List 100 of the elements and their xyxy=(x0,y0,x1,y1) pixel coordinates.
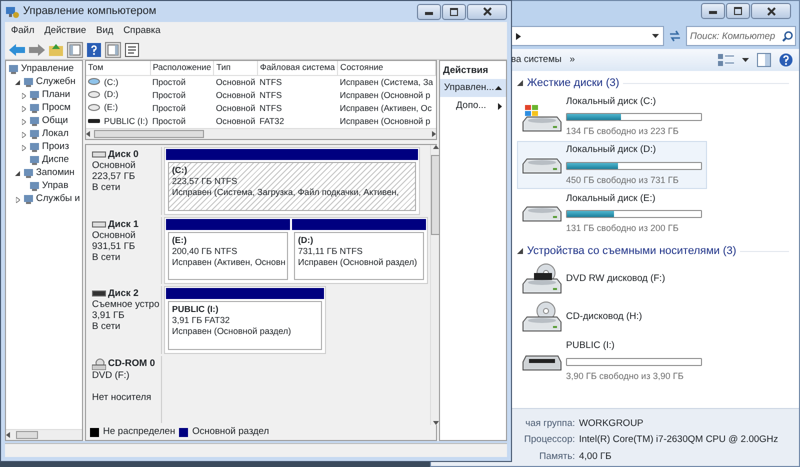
detail-value: Intel(R) Core(TM) i7-2630QM CPU @ 2.00GHz xyxy=(579,433,778,448)
column-header[interactable]: Файловая система xyxy=(257,61,338,75)
partition-size: 3,91 ГБ FAT32 xyxy=(172,315,231,326)
drive-name: CD-дисковод (H:) xyxy=(566,310,642,324)
disk-info: 223,57 ГБ xyxy=(92,171,136,182)
drive-name: Локальный диск (C:) xyxy=(566,94,657,108)
menu-item[interactable]: Справка xyxy=(123,24,161,38)
group-header[interactable]: Жесткие диски (3) xyxy=(527,75,620,92)
tree-item[interactable]: Плани xyxy=(42,88,70,103)
disk-info: 3,91 ГБ xyxy=(92,310,126,321)
disk-info: Нет носителя xyxy=(92,392,152,402)
column-header[interactable]: Расположение xyxy=(150,61,214,75)
table-cell-text: Простой xyxy=(151,102,187,114)
table-cell-text: Простой xyxy=(151,114,187,127)
disk-info: Съемное устро xyxy=(92,299,157,310)
free-space-text: 3,90 ГБ свободно из 3,90 ГБ xyxy=(566,370,685,383)
table-cell: Исправен (Система, За xyxy=(338,75,436,88)
tree-item[interactable]: Управление xyxy=(21,62,74,77)
table-cell-text: Основной xyxy=(214,114,256,127)
search-field[interactable]: Поиск: Компьютер xyxy=(686,26,796,46)
disk-name: Диск 1 xyxy=(108,218,139,230)
tree-item[interactable]: Диспе xyxy=(42,153,69,168)
drive-item[interactable]: DVD RW дисковод (F:) xyxy=(517,261,670,296)
drive-item[interactable]: CD-дисковод (H:) xyxy=(517,299,648,334)
actions-section[interactable]: Управлен... xyxy=(440,79,506,97)
tree-item[interactable]: Запомин xyxy=(36,166,75,181)
legend-label: Основной раздел xyxy=(192,425,270,440)
partition-label: (D:) xyxy=(298,234,314,246)
disk-name: Диск 0 xyxy=(108,149,139,160)
table-cell-text: NTFS xyxy=(258,88,283,101)
drive-item[interactable]: PUBLIC (I:) 3,90 ГБ свободно из 3,90 ГБ xyxy=(517,337,707,385)
partition-status: Исправен (Активен, Основн xyxy=(172,256,284,268)
detail-value: 4,00 ГБ xyxy=(579,450,612,464)
detail-label: чая группа: xyxy=(524,417,575,431)
tree-item[interactable]: Общи xyxy=(42,114,68,129)
partition-label: PUBLIC (I:) xyxy=(172,304,220,315)
partition[interactable]: (C:) 223,57 ГБ NTFS Исправен (Система, Загрузка, Файл подкачки, Активен, xyxy=(166,149,418,212)
disk-info: DVD (F:) xyxy=(92,370,130,380)
table-cell-text: FAT32 xyxy=(258,114,286,127)
menu-item[interactable]: Действие xyxy=(44,24,86,38)
column-header[interactable]: Состояние xyxy=(338,61,436,75)
partition-label: (E:) xyxy=(172,234,188,246)
tree-item[interactable]: Службы и xyxy=(36,192,80,207)
actions-header: Действия xyxy=(442,64,490,78)
disk-info: Основной xyxy=(92,230,137,240)
partition-status: Исправен (Основной раздел) xyxy=(298,256,418,268)
tree-item[interactable]: Локал xyxy=(42,127,69,142)
column-header[interactable]: Тип xyxy=(214,61,258,75)
menu-item[interactable]: Файл xyxy=(11,24,34,38)
disk-info: 931,51 ГБ xyxy=(92,240,136,252)
partition-status: Исправен (Основной раздел) xyxy=(172,326,292,337)
table-cell: PUBLIC (I:) xyxy=(104,114,148,126)
free-space-text: 131 ГБ свободно из 200 ГБ xyxy=(566,222,680,236)
table-cell-text: Исправен (Основной р xyxy=(338,114,432,127)
table-cell: (D:) xyxy=(104,88,118,100)
drive-name: Локальный диск (E:) xyxy=(566,192,656,206)
partition[interactable]: (D:) 731,11 ГБ NTFS Исправен (Основной раздел) xyxy=(292,218,426,282)
table-cell-text: Простой xyxy=(151,88,187,101)
partition-size: 731,11 ГБ NTFS xyxy=(298,246,364,256)
drive-item[interactable]: Локальный диск (E:) 131 ГБ свободно из 200 ГБ xyxy=(517,190,707,238)
disk-info: В сети xyxy=(92,182,122,193)
column-header[interactable]: Том xyxy=(86,61,150,75)
drive-name: Локальный диск (D:) xyxy=(566,143,657,158)
disk-info: В сети xyxy=(92,252,122,262)
disk-name: CD-ROM 0 xyxy=(108,358,155,369)
table-cell: (C:) xyxy=(104,76,118,88)
table-cell: Основной xyxy=(214,75,258,88)
tree-item[interactable]: Просм xyxy=(42,101,71,116)
table-cell-text: Основной xyxy=(214,88,256,101)
partition-status: Исправен (Система, Загрузка, Файл подкачки, Активен, xyxy=(172,187,400,198)
drive-item[interactable]: Локальный диск (D:) 450 ГБ свободно из 731 ГБ xyxy=(517,141,707,189)
partition-size: 200,40 ГБ NTFS xyxy=(172,246,238,256)
disk-name: Диск 2 xyxy=(108,288,139,299)
partition[interactable]: PUBLIC (I:) 3,91 ГБ FAT32 Исправен (Основной раздел) xyxy=(166,288,324,352)
legend-label: Не распределен xyxy=(103,425,176,440)
table-cell: (E:) xyxy=(104,101,118,114)
table-cell-text: Исправен (Активен, Ос xyxy=(338,102,433,114)
tree-item[interactable]: Служебн xyxy=(36,75,76,90)
tree-item[interactable]: Управ xyxy=(42,179,68,194)
partition-size: 223,57 ГБ NTFS xyxy=(172,176,238,187)
group-header[interactable]: Устройства со съемными носителями (3) xyxy=(527,242,736,260)
more-button[interactable]: » xyxy=(570,52,575,68)
menu-item[interactable]: Вид xyxy=(96,24,114,38)
drive-name: PUBLIC (I:) xyxy=(566,339,616,354)
free-space-text: 134 ГБ свободно из 223 ГБ xyxy=(566,124,680,138)
window-title: Управление компьютером xyxy=(23,4,158,20)
partition[interactable]: (E:) 200,40 ГБ NTFS Исправен (Активен, Основн xyxy=(166,218,290,282)
drive-name: DVD RW дисковод (F:) xyxy=(566,272,666,286)
action-item[interactable]: Допо... xyxy=(440,97,506,115)
tree-item[interactable]: Произ xyxy=(42,140,70,155)
table-cell-text: Исправен (Основной р xyxy=(338,88,432,101)
table-cell-text: NTFS xyxy=(258,102,283,114)
table-cell: Простой xyxy=(150,75,214,88)
partition-label: (C:) xyxy=(172,165,188,176)
detail-value: WORKGROUP xyxy=(579,417,644,431)
disk-info: Основной xyxy=(92,160,137,171)
disk-info: В сети xyxy=(92,321,122,332)
drive-item[interactable]: Локальный диск (C:) 134 ГБ свободно из 223 ГБ xyxy=(517,92,707,140)
detail-label: Память: xyxy=(538,450,575,464)
free-space-text: 450 ГБ свободно из 731 ГБ xyxy=(566,174,680,187)
